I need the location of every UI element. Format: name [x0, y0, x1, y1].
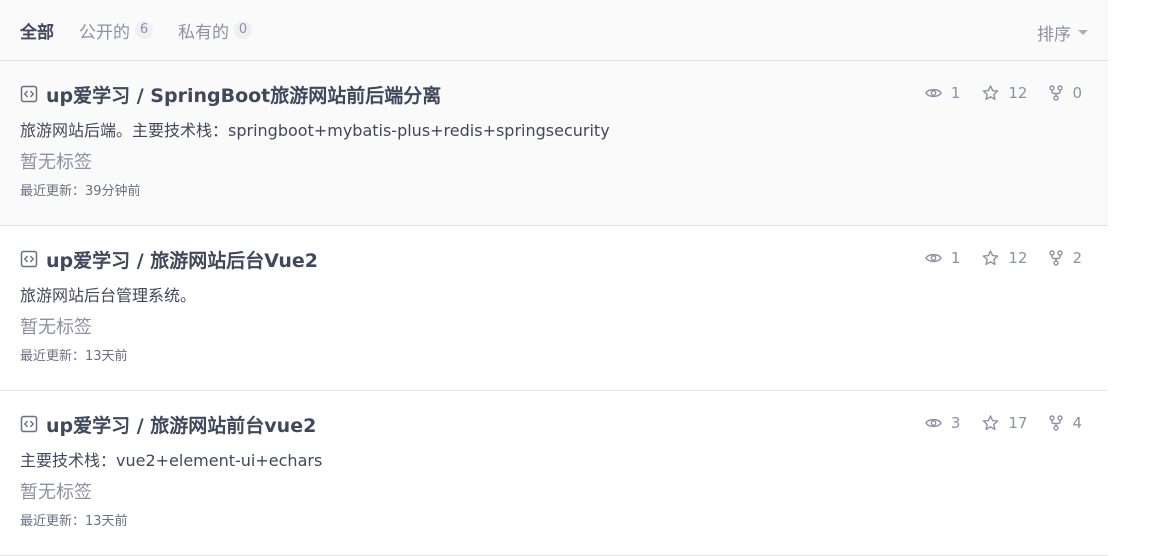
sort-dropdown[interactable]: 排序	[1037, 20, 1088, 45]
watch-stat[interactable]: 3	[925, 414, 961, 432]
tab-public-count: 6	[135, 21, 153, 39]
fork-icon	[1049, 415, 1064, 431]
watch-count: 1	[950, 249, 961, 267]
star-stat[interactable]: 12	[982, 84, 1027, 102]
watch-count: 1	[950, 84, 961, 102]
fork-stat[interactable]: 0	[1049, 84, 1082, 102]
repo-description: 旅游网站后台管理系统。	[20, 286, 197, 305]
repo-description: 旅游网站后端。主要技术栈：springboot+mybatis-plus+red…	[20, 121, 610, 140]
fork-count: 0	[1072, 84, 1082, 102]
tab-public[interactable]: 公开的 6	[79, 18, 153, 43]
star-stat[interactable]: 12	[982, 249, 1027, 267]
updated-time: 13天前	[85, 349, 128, 364]
star-icon	[983, 415, 999, 431]
watch-stat[interactable]: 1	[925, 84, 961, 102]
updated-label: 最近更新：	[20, 184, 86, 199]
star-count: 12	[1008, 84, 1028, 102]
tab-all[interactable]: 全部	[20, 18, 54, 43]
repo-list-page: 全部 公开的 6 私有的 0 排序 up爱学习 / SpringBoot旅游网站…	[0, 0, 1108, 556]
updated-label: 最近更新：	[20, 349, 86, 364]
eye-icon	[925, 253, 942, 263]
star-count: 17	[1008, 414, 1028, 432]
repo-title-link[interactable]: up爱学习 / SpringBoot旅游网站前后端分离	[46, 81, 441, 108]
code-repo-icon	[20, 415, 38, 433]
fork-count: 2	[1072, 249, 1082, 267]
star-stat[interactable]: 17	[982, 414, 1027, 432]
fork-count: 4	[1072, 414, 1082, 432]
watch-stat[interactable]: 1	[925, 249, 961, 267]
fork-stat[interactable]: 4	[1049, 414, 1082, 432]
tab-all-label: 全部	[20, 22, 54, 43]
repo-description: 主要技术栈：vue2+element-ui+echars	[20, 451, 323, 470]
eye-icon	[925, 418, 942, 428]
repo-tags: 暂无标签	[20, 317, 92, 338]
code-repo-icon	[20, 85, 38, 103]
repo-updated: 最近更新：13天前	[20, 510, 1088, 529]
repo-stats: 1 12 2	[903, 249, 1082, 267]
tab-public-label: 公开的	[79, 22, 130, 43]
repo-item[interactable]: up爱学习 / 旅游网站前台vue2 主要技术栈：vue2+element-ui…	[0, 391, 1108, 556]
repo-stats: 3 17 4	[903, 414, 1082, 432]
watch-count: 3	[950, 414, 961, 432]
star-count: 12	[1008, 249, 1028, 267]
repo-title-link[interactable]: up爱学习 / 旅游网站前台vue2	[46, 411, 316, 438]
star-icon	[983, 250, 999, 266]
tab-private-count: 0	[234, 21, 252, 39]
fork-icon	[1049, 85, 1064, 101]
filter-tabs: 全部 公开的 6 私有的 0 排序	[0, 0, 1108, 61]
repo-stats: 1 12 0	[903, 84, 1082, 102]
sort-label: 排序	[1037, 25, 1071, 45]
repo-tags: 暂无标签	[20, 482, 92, 503]
repo-item[interactable]: up爱学习 / 旅游网站后台Vue2 旅游网站后台管理系统。 暂无标签 最近更新…	[0, 226, 1108, 391]
tab-private-label: 私有的	[178, 22, 229, 43]
updated-label: 最近更新：	[20, 514, 86, 529]
repo-item[interactable]: up爱学习 / SpringBoot旅游网站前后端分离 旅游网站后端。主要技术栈…	[0, 61, 1108, 226]
repo-title-link[interactable]: up爱学习 / 旅游网站后台Vue2	[46, 246, 318, 273]
fork-icon	[1049, 250, 1064, 266]
star-icon	[983, 85, 999, 101]
repo-updated: 最近更新：39分钟前	[20, 180, 1088, 199]
caret-down-icon	[1078, 30, 1088, 35]
updated-time: 39分钟前	[85, 184, 141, 199]
updated-time: 13天前	[85, 514, 128, 529]
code-repo-icon	[20, 250, 38, 268]
repo-updated: 最近更新：13天前	[20, 345, 1088, 364]
fork-stat[interactable]: 2	[1049, 249, 1082, 267]
tab-private[interactable]: 私有的 0	[178, 18, 252, 43]
repo-tags: 暂无标签	[20, 152, 92, 173]
eye-icon	[925, 88, 942, 98]
